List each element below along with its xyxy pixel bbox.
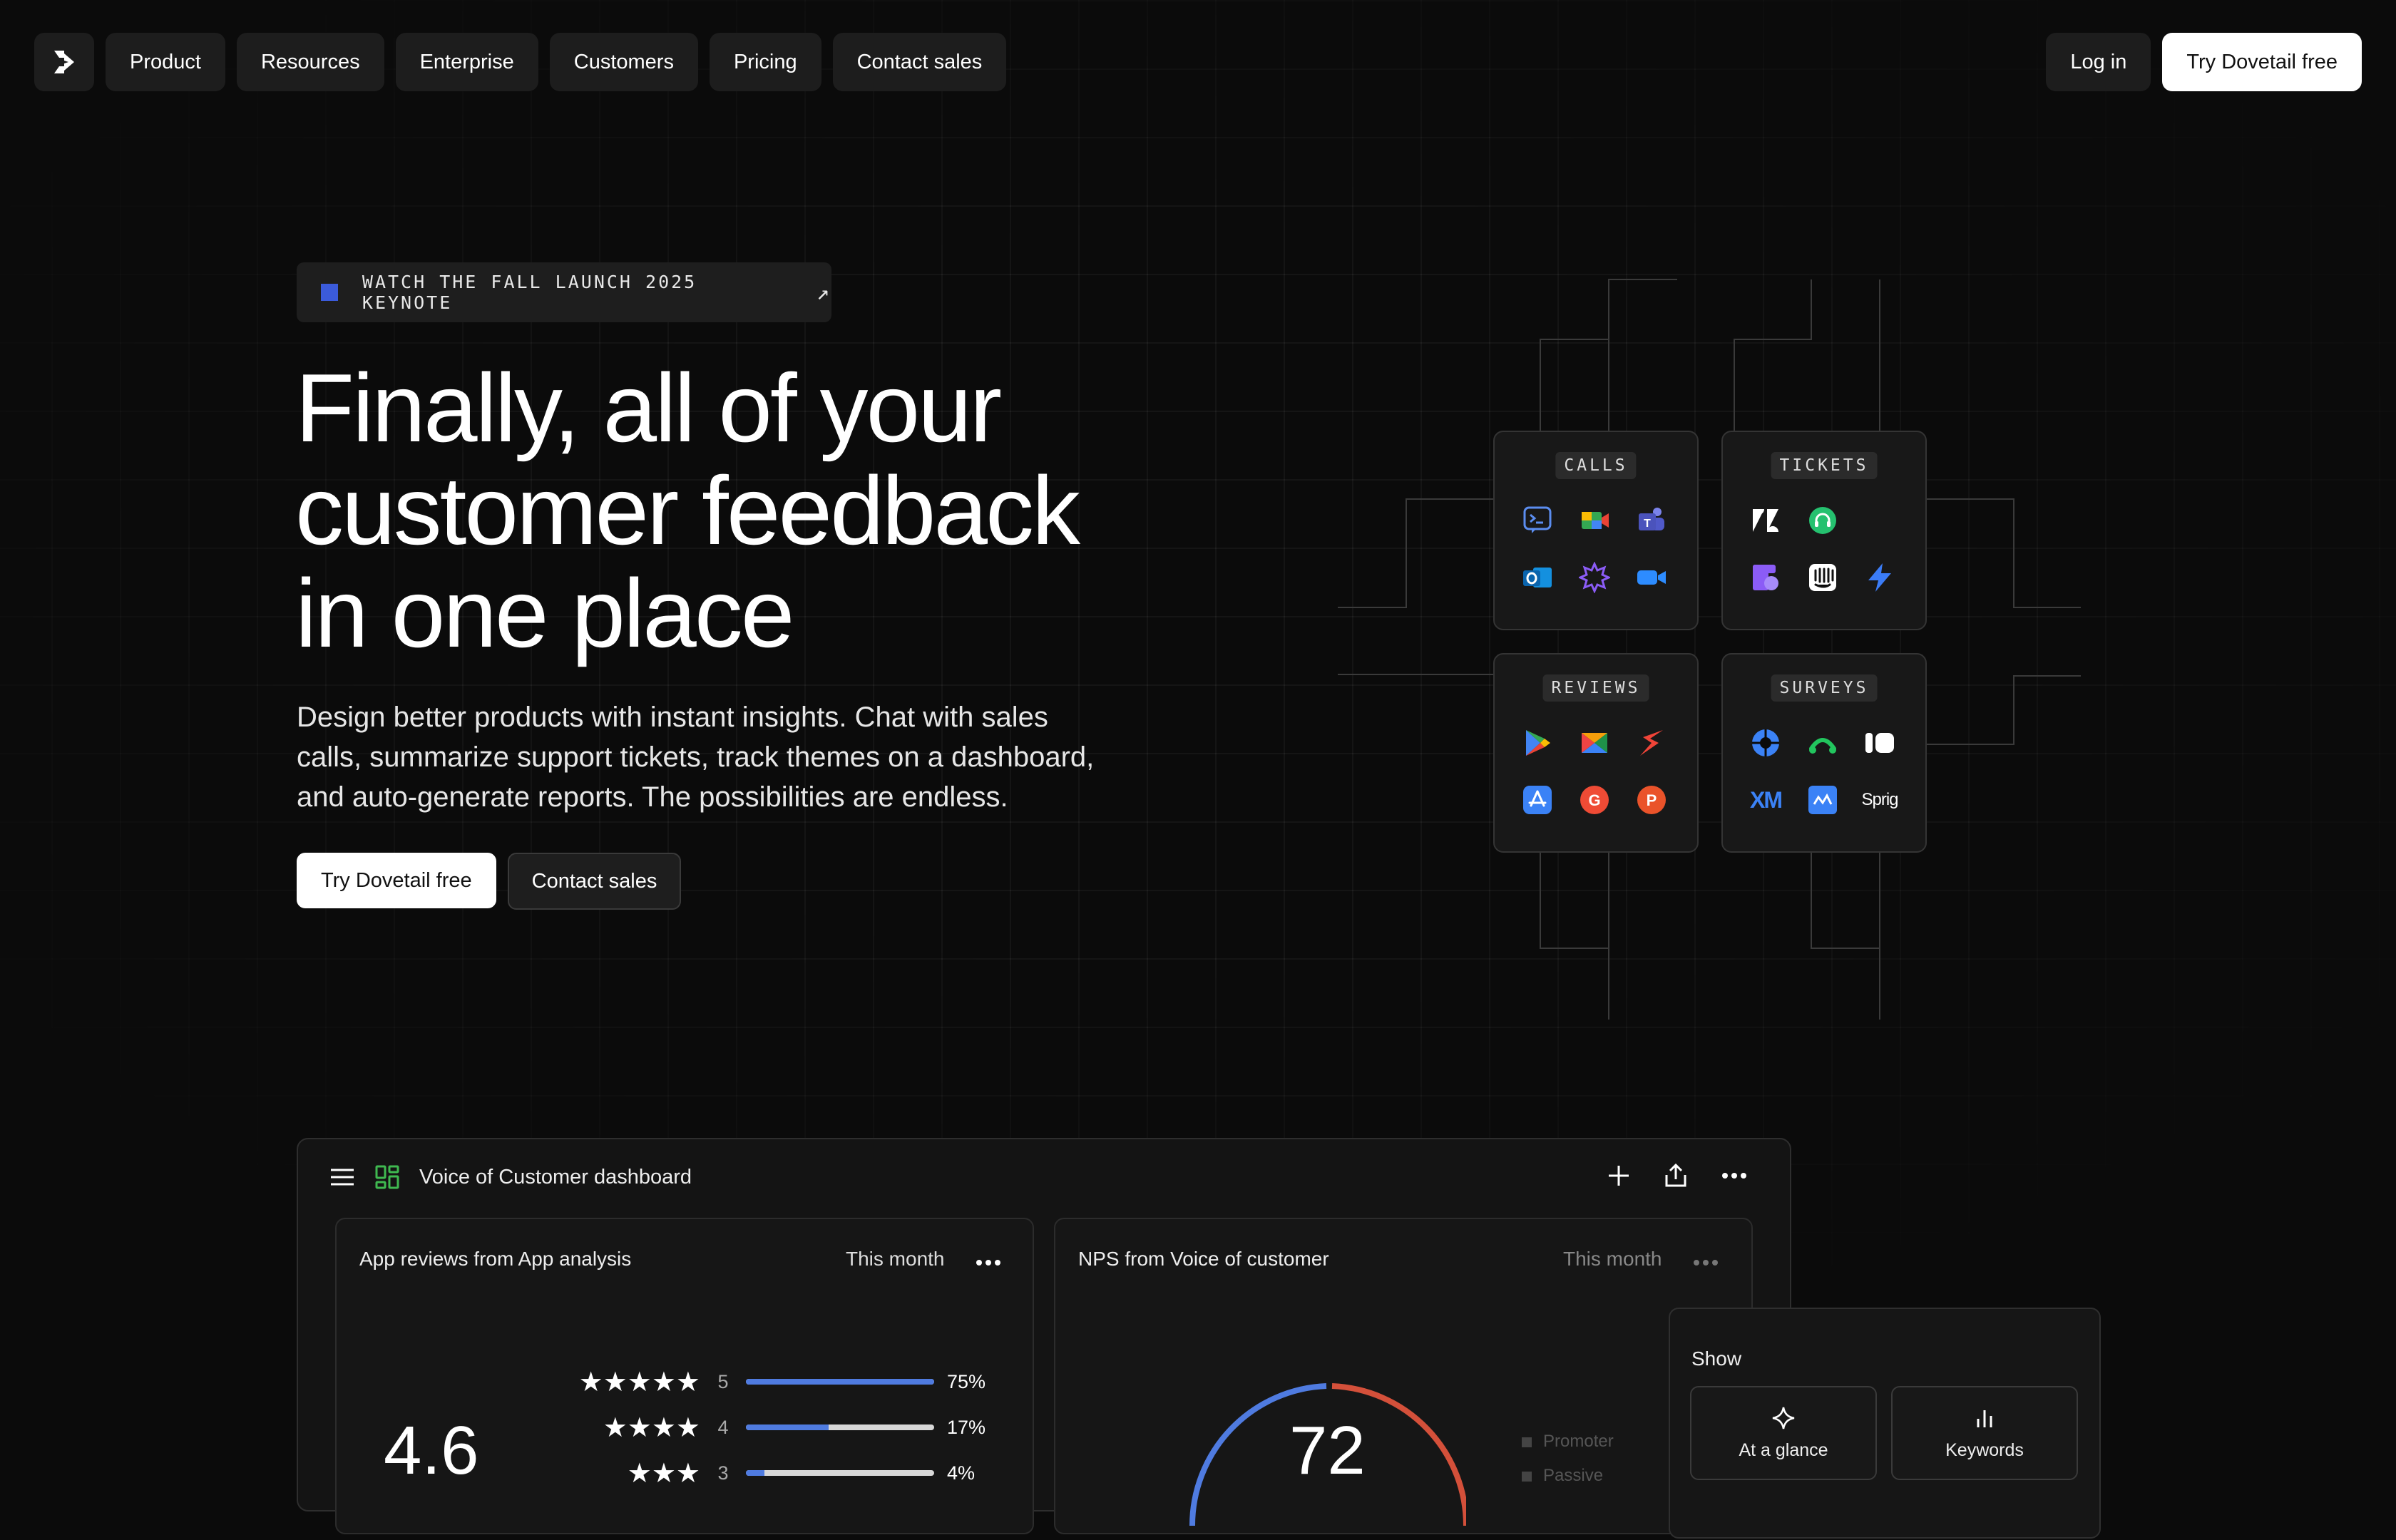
integration-card-reviews[interactable]: REVIEWS G P <box>1493 653 1699 853</box>
surveymonkey-icon <box>1806 726 1840 760</box>
sprig-logo-text: Sprig <box>1861 790 1898 809</box>
legend-promoter: Promoter <box>1522 1424 1614 1459</box>
intercom-icon <box>1806 560 1840 595</box>
rating-bar-fill <box>746 1379 934 1385</box>
five-stars-icon: ★★★★★ <box>578 1367 700 1397</box>
nps-more-icon[interactable] <box>1693 1259 1719 1266</box>
rating-bar <box>746 1424 934 1430</box>
integration-card-tickets[interactable]: TICKETS <box>1721 431 1927 630</box>
app-reviews-title: App reviews from App analysis <box>359 1248 632 1270</box>
app-reviews-panel: App reviews from App analysis This month… <box>335 1218 1034 1534</box>
rating-row-3: ★★★ 3 4% <box>515 1458 1004 1489</box>
typeform-icon <box>1863 726 1897 760</box>
rating-bar <box>746 1379 934 1385</box>
nps-score: 72 <box>1289 1412 1366 1489</box>
g2-icon: G <box>1577 783 1612 817</box>
integration-card-surveys[interactable]: SURVEYS XM Sprig <box>1721 653 1927 853</box>
legend-passive: Passive <box>1522 1459 1614 1493</box>
calls-label: CALLS <box>1555 452 1637 479</box>
nps-title: NPS from Voice of customer <box>1078 1248 1329 1270</box>
rating-row-4: ★★★★ 4 17% <box>515 1412 1004 1443</box>
share-icon[interactable] <box>1664 1164 1687 1188</box>
sparkle-icon <box>1772 1407 1795 1429</box>
hamburger-menu-icon[interactable] <box>329 1167 355 1187</box>
rating-bar <box>746 1470 934 1476</box>
producthunt-icon: P <box>1634 783 1669 817</box>
show-label: Show <box>1691 1348 1742 1370</box>
more-options-icon[interactable] <box>1721 1172 1747 1179</box>
google-meet-icon <box>1577 503 1612 538</box>
svg-text:G: G <box>1588 791 1600 809</box>
dashboard-title: Voice of Customer dashboard <box>419 1165 692 1189</box>
rating-percent: 75% <box>947 1370 986 1392</box>
rating-percent: 4% <box>947 1462 976 1484</box>
rating-label: 4 <box>717 1416 729 1438</box>
front-icon <box>1749 560 1783 595</box>
show-options-panel: Show At a glance Keywords <box>1669 1308 2101 1539</box>
nps-period[interactable]: This month <box>1563 1248 1662 1270</box>
gong-icon <box>1577 560 1612 595</box>
dashboard-icon <box>375 1165 399 1189</box>
keywords-label: Keywords <box>1945 1439 2024 1460</box>
nps-panel: NPS from Voice of customer This month 72 <box>1054 1218 1753 1534</box>
nps-legend: Promoter Passive <box>1522 1424 1614 1493</box>
add-icon[interactable] <box>1607 1164 1630 1187</box>
freshdesk-icon <box>1806 503 1840 538</box>
rating-label: 5 <box>717 1370 729 1392</box>
reviews-label: REVIEWS <box>1542 674 1649 702</box>
svg-text:P: P <box>1647 791 1657 809</box>
outlook-icon <box>1520 560 1555 595</box>
tickets-label: TICKETS <box>1771 452 1878 479</box>
maze-icon <box>1806 783 1840 817</box>
rating-bar-fill <box>746 1424 829 1430</box>
app-reviews-more-icon[interactable] <box>976 1259 1001 1266</box>
sketch-icon <box>1634 726 1669 760</box>
xm-logo-text: XM <box>1750 786 1783 813</box>
empty-slot <box>1863 503 1897 538</box>
zoom-icon <box>1634 560 1669 595</box>
surveys-label: SURVEYS <box>1771 674 1878 702</box>
trustpilot-icon <box>1577 726 1612 760</box>
qualtrics-icon <box>1749 726 1783 760</box>
bolt-icon <box>1863 560 1897 595</box>
four-stars-icon: ★★★★ <box>603 1412 700 1443</box>
google-play-icon <box>1520 726 1555 760</box>
svg-text:T: T <box>1644 518 1651 530</box>
xm-icon: XM <box>1749 783 1783 817</box>
teams-icon: T <box>1634 503 1669 538</box>
bar-chart-icon <box>1977 1410 1992 1427</box>
at-a-glance-label: At a glance <box>1739 1439 1828 1460</box>
rating-percent: 17% <box>947 1416 986 1438</box>
rating-label: 3 <box>717 1462 729 1484</box>
three-stars-icon: ★★★ <box>627 1458 700 1489</box>
terminal-chat-icon <box>1520 503 1555 538</box>
zendesk-icon <box>1749 503 1783 538</box>
integration-card-calls[interactable]: CALLS T <box>1493 431 1699 630</box>
sprig-icon: Sprig <box>1861 783 1898 817</box>
at-a-glance-option[interactable]: At a glance <box>1690 1386 1877 1480</box>
average-rating: 4.6 <box>384 1412 479 1489</box>
app-reviews-period[interactable]: This month <box>846 1248 945 1270</box>
rating-row-5: ★★★★★ 5 75% <box>515 1367 1004 1397</box>
rating-bar-fill <box>746 1470 765 1476</box>
app-store-icon <box>1520 783 1555 817</box>
keywords-option[interactable]: Keywords <box>1891 1386 2078 1480</box>
